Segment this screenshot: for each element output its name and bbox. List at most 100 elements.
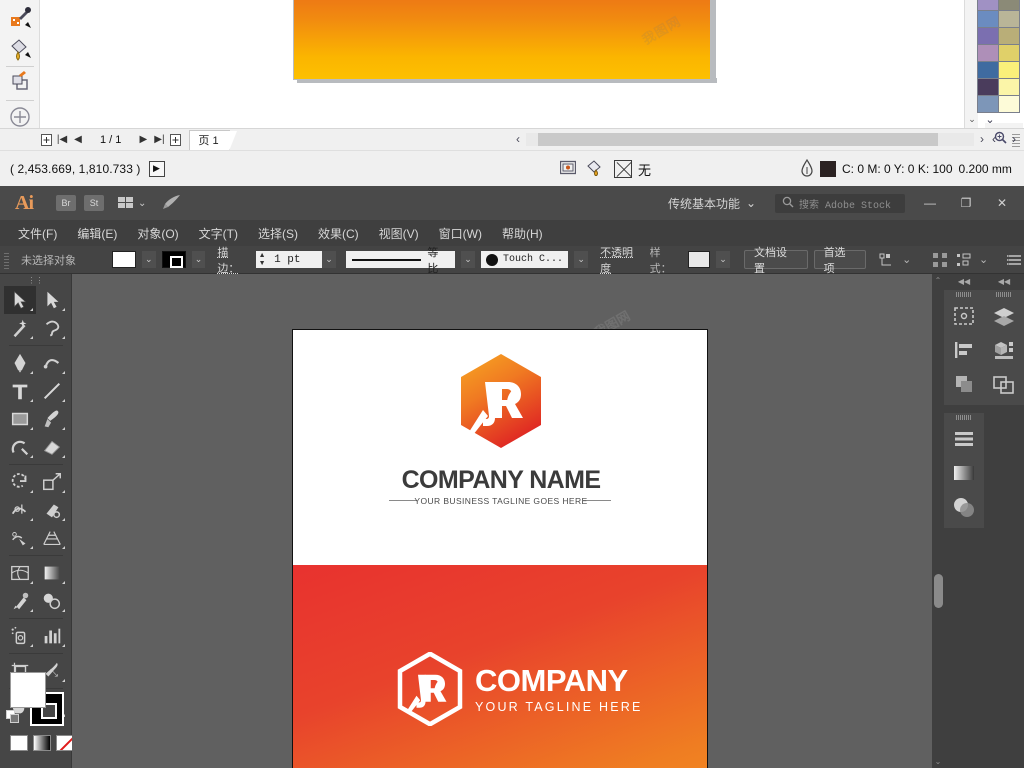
corner-prev-icon[interactable]: ‹ bbox=[992, 132, 996, 146]
collapse-left-icon[interactable]: ◀◀ bbox=[944, 274, 984, 288]
illustrator-canvas[interactable]: 我图网 COMPANY NAME YOUR BUSINESS TAGLINE G… bbox=[72, 274, 932, 768]
column-graph-tool[interactable] bbox=[36, 622, 68, 650]
palette-swatch[interactable] bbox=[977, 44, 999, 62]
add-node-tool[interactable] bbox=[6, 103, 34, 131]
shape-builder-tool[interactable] bbox=[4, 524, 36, 552]
fill-color-swatch[interactable] bbox=[112, 251, 136, 268]
close-button[interactable]: ✕ bbox=[984, 186, 1020, 220]
corel-document-canvas[interactable]: 我图网 bbox=[40, 0, 964, 128]
collapse-right-icon[interactable]: ◀◀ bbox=[984, 274, 1024, 288]
menu-item-6[interactable]: 视图(V) bbox=[371, 222, 427, 245]
arrange-documents-button[interactable]: ⌄ bbox=[118, 197, 146, 209]
controlbar-grip[interactable] bbox=[4, 250, 9, 269]
next-page-button[interactable]: ▶ bbox=[135, 130, 151, 150]
palette-swatch[interactable] bbox=[977, 95, 999, 113]
palette-swatch[interactable] bbox=[998, 10, 1020, 28]
eyedropper-tool[interactable] bbox=[6, 4, 34, 32]
stroke-weight-label[interactable]: 描边： bbox=[217, 244, 250, 276]
canvas-scroll-up-icon[interactable]: ⌃ bbox=[932, 276, 944, 285]
adobe-stock-search[interactable]: 搜索 Adobe Stock bbox=[775, 194, 905, 213]
magic-wand-tool[interactable] bbox=[4, 314, 36, 342]
scroll-down-icon[interactable]: ⌄ bbox=[965, 112, 979, 126]
hscroll-prev-icon[interactable]: ‹ bbox=[510, 132, 526, 146]
align-panel-icon[interactable] bbox=[944, 333, 984, 367]
document-setup-button[interactable]: 文档设置 bbox=[743, 247, 808, 275]
hscroll-track[interactable] bbox=[526, 132, 974, 146]
align-icon[interactable] bbox=[931, 251, 949, 269]
preferences-button[interactable]: 首选项 bbox=[813, 247, 867, 275]
workspace-switcher[interactable]: 传统基本功能 ⌄ bbox=[668, 186, 756, 220]
orange-gradient-rectangle[interactable] bbox=[293, 0, 711, 80]
paintbucket-tool[interactable] bbox=[6, 36, 34, 64]
gradient-tool[interactable] bbox=[36, 559, 68, 587]
menu-item-8[interactable]: 帮助(H) bbox=[494, 222, 551, 245]
distribute-caret-icon[interactable]: ⌄ bbox=[979, 253, 988, 266]
shaper-tool[interactable] bbox=[4, 433, 36, 461]
fill-color-control[interactable] bbox=[10, 672, 46, 708]
artboards-panel-icon[interactable] bbox=[944, 299, 984, 333]
distribute-icon[interactable] bbox=[955, 251, 973, 269]
menu-item-1[interactable]: 编辑(E) bbox=[69, 222, 125, 245]
outline-color-swatch[interactable] bbox=[820, 161, 836, 177]
palette-swatch[interactable] bbox=[977, 27, 999, 45]
width-tool[interactable] bbox=[4, 496, 36, 524]
stroke-color-swatch[interactable] bbox=[161, 251, 186, 268]
panel-grip[interactable] bbox=[944, 290, 984, 299]
canvas-scroll-down-icon[interactable]: ⌄ bbox=[932, 757, 944, 766]
stroke-caret-icon[interactable]: ⌄ bbox=[191, 251, 206, 268]
rocket-icon[interactable] bbox=[162, 194, 182, 213]
palette-swatch[interactable] bbox=[977, 10, 999, 28]
stock-button[interactable]: St bbox=[84, 195, 104, 211]
blend-tool[interactable] bbox=[36, 587, 68, 615]
line-segment-tool[interactable] bbox=[36, 377, 68, 405]
corel-vertical-scrollbar[interactable]: ⌄ bbox=[964, 0, 978, 128]
palette-swatch[interactable] bbox=[977, 78, 999, 96]
asset-export-panel-icon[interactable] bbox=[984, 333, 1024, 367]
prev-page-button[interactable]: ◀ bbox=[70, 130, 86, 150]
logo-mark-hexagon[interactable] bbox=[457, 352, 545, 450]
paintbrush-tool[interactable] bbox=[36, 405, 68, 433]
brush-caret-icon[interactable]: ⌄ bbox=[574, 251, 589, 268]
scale-tool[interactable] bbox=[36, 468, 68, 496]
pathfinder-panel-icon[interactable] bbox=[944, 367, 984, 401]
stroke-weight-value[interactable]: 1 pt bbox=[268, 251, 323, 268]
color-mode-icon[interactable] bbox=[10, 735, 28, 751]
tools-panel-grip[interactable]: ⋮⋮ bbox=[0, 274, 71, 286]
canvas-vertical-scrollbar[interactable]: ⌃ ⌄ bbox=[932, 274, 944, 768]
stroke-profile-selector[interactable]: 等比 bbox=[346, 247, 456, 275]
canvas-scroll-thumb[interactable] bbox=[934, 574, 943, 608]
palette-swatch[interactable] bbox=[998, 78, 1020, 96]
palette-swatch[interactable] bbox=[998, 61, 1020, 79]
rotate-tool[interactable] bbox=[4, 468, 36, 496]
type-tool[interactable] bbox=[4, 377, 36, 405]
minimize-button[interactable]: — bbox=[912, 186, 948, 220]
eraser-tool[interactable] bbox=[36, 433, 68, 461]
mesh-tool[interactable] bbox=[4, 559, 36, 587]
selection-tool[interactable] bbox=[4, 286, 36, 314]
corel-scroll-corner[interactable]: ‹ › bbox=[984, 129, 1024, 149]
graphic-style-swatch[interactable] bbox=[688, 251, 711, 268]
pen-tool[interactable] bbox=[4, 349, 36, 377]
opacity-label[interactable]: 不透明度 bbox=[600, 244, 644, 276]
outline-pen-icon[interactable] bbox=[800, 158, 814, 180]
gradient-mode-icon[interactable] bbox=[33, 735, 51, 751]
screen-preview-icon[interactable] bbox=[559, 160, 577, 179]
hscroll-thumb[interactable] bbox=[538, 132, 938, 146]
panel-options-icon[interactable] bbox=[1006, 251, 1024, 269]
add-page-end-button[interactable] bbox=[167, 130, 183, 150]
corel-horizontal-scrollbar[interactable]: ‹ › bbox=[510, 129, 1010, 149]
free-transform-tool[interactable] bbox=[36, 496, 68, 524]
fill-caret-icon[interactable]: ⌄ bbox=[141, 251, 156, 268]
curvature-tool[interactable] bbox=[36, 349, 68, 377]
stroke-stepper[interactable]: ▲ ▼ bbox=[256, 251, 269, 268]
panel-grip[interactable] bbox=[984, 290, 1024, 299]
default-fill-stroke-icon[interactable] bbox=[6, 710, 20, 724]
interactive-fill-tool[interactable] bbox=[6, 68, 34, 96]
menu-item-5[interactable]: 效果(C) bbox=[310, 222, 367, 245]
page-tab-1[interactable]: 页 1 bbox=[189, 129, 237, 151]
fill-bucket-icon[interactable] bbox=[586, 159, 604, 179]
lasso-tool[interactable] bbox=[36, 314, 68, 342]
corner-next-icon[interactable]: › bbox=[1012, 132, 1016, 146]
first-page-button[interactable]: |◀ bbox=[54, 130, 70, 150]
maximize-button[interactable]: ❐ bbox=[948, 186, 984, 220]
